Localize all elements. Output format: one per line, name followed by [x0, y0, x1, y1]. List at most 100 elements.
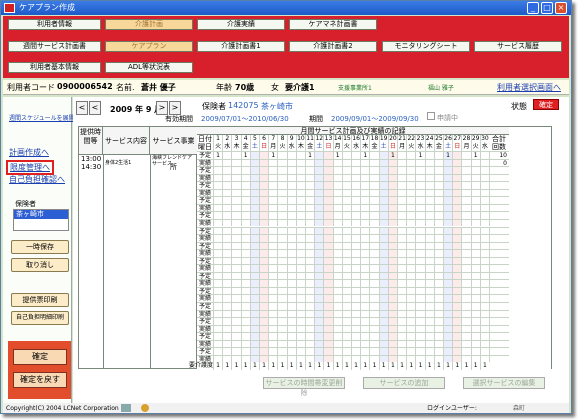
grid-cell[interactable]	[286, 234, 296, 242]
grid-cell[interactable]	[397, 294, 407, 302]
grid-cell[interactable]	[286, 271, 296, 280]
grid-cell[interactable]	[259, 234, 269, 242]
grid-cell[interactable]	[387, 234, 397, 242]
grid-cell[interactable]	[360, 294, 370, 302]
grid-cell[interactable]	[397, 279, 407, 287]
grid-cell[interactable]	[433, 241, 443, 250]
grid-cell[interactable]	[305, 249, 315, 257]
grid-cell[interactable]	[479, 173, 489, 182]
grid-cell[interactable]	[222, 196, 232, 204]
limit-manage-link[interactable]: 限度管理へ	[6, 160, 54, 175]
grid-cell[interactable]	[277, 324, 287, 333]
grid-cell[interactable]	[470, 166, 480, 174]
grid-cell[interactable]	[295, 218, 305, 227]
grid-cell[interactable]	[351, 317, 361, 325]
undo-confirm-button[interactable]: 確定を戻す	[13, 372, 67, 388]
grid-cell[interactable]	[406, 294, 416, 302]
grid-cell[interactable]	[433, 188, 443, 197]
grid-cell[interactable]	[470, 218, 480, 227]
tab-caremanager-plan[interactable]: ケアマネ計画書	[289, 19, 377, 30]
grid-cell[interactable]	[286, 249, 296, 257]
grid-cell[interactable]	[443, 211, 453, 219]
grid-cell[interactable]	[259, 347, 269, 355]
grid-cell[interactable]	[369, 173, 379, 182]
grid-cell[interactable]	[470, 226, 480, 235]
grid-cell[interactable]	[286, 173, 296, 182]
grid-cell[interactable]	[240, 286, 250, 295]
grid-cell[interactable]	[213, 256, 223, 265]
grid-cell[interactable]	[305, 158, 315, 167]
grid-cell[interactable]	[305, 339, 315, 348]
grid-cell[interactable]	[415, 234, 425, 242]
grid-cell[interactable]	[277, 196, 287, 204]
grid-cell[interactable]	[369, 151, 379, 159]
grid-cell[interactable]	[397, 211, 407, 219]
grid-cell[interactable]	[360, 158, 370, 167]
grid-cell[interactable]	[452, 317, 462, 325]
grid-cell[interactable]	[323, 354, 333, 363]
grid-cell[interactable]	[470, 271, 480, 280]
grid-cell[interactable]	[323, 347, 333, 355]
grid-cell[interactable]	[351, 309, 361, 318]
grid-cell[interactable]	[424, 211, 434, 219]
grid-cell[interactable]	[406, 354, 416, 363]
grid-cell[interactable]	[443, 317, 453, 325]
grid-cell[interactable]	[213, 234, 223, 242]
grid-cell[interactable]	[424, 317, 434, 325]
grid-cell[interactable]	[443, 158, 453, 167]
grid-cell[interactable]	[397, 302, 407, 310]
grid-cell[interactable]	[470, 264, 480, 272]
grid-cell[interactable]	[268, 166, 278, 174]
grid-cell[interactable]	[461, 151, 471, 159]
grid-cell[interactable]	[231, 294, 241, 302]
grid-cell[interactable]	[332, 203, 342, 212]
grid-cell[interactable]	[470, 181, 480, 189]
grid-cell[interactable]	[323, 151, 333, 159]
grid-cell[interactable]	[479, 181, 489, 189]
grid-cell[interactable]	[259, 173, 269, 182]
grid-cell[interactable]	[406, 188, 416, 197]
grid-cell[interactable]	[406, 226, 416, 235]
grid-cell[interactable]	[259, 241, 269, 250]
grid-cell[interactable]	[323, 324, 333, 333]
grid-cell[interactable]	[222, 211, 232, 219]
grid-cell[interactable]	[461, 218, 471, 227]
grid-cell[interactable]	[341, 354, 351, 363]
grid-cell[interactable]	[314, 234, 324, 242]
grid-cell[interactable]	[397, 309, 407, 318]
grid-cell[interactable]	[305, 226, 315, 235]
grid-cell[interactable]	[369, 181, 379, 189]
grid-cell[interactable]	[249, 203, 259, 212]
grid-cell[interactable]	[360, 203, 370, 212]
grid-cell[interactable]	[378, 302, 388, 310]
grid-cell[interactable]	[360, 324, 370, 333]
grid-cell[interactable]	[231, 158, 241, 167]
grid-cell[interactable]	[461, 256, 471, 265]
grid-cell[interactable]	[249, 211, 259, 219]
grid-cell[interactable]	[369, 294, 379, 302]
grid-cell[interactable]	[277, 271, 287, 280]
grid-cell[interactable]	[286, 354, 296, 363]
grid-cell[interactable]	[378, 181, 388, 189]
grid-cell[interactable]	[369, 211, 379, 219]
grid-cell[interactable]	[424, 188, 434, 197]
grid-cell[interactable]	[479, 211, 489, 219]
grid-cell[interactable]	[360, 271, 370, 280]
grid-cell[interactable]	[341, 181, 351, 189]
grid-cell[interactable]	[415, 203, 425, 212]
grid-cell[interactable]	[286, 286, 296, 295]
grid-cell[interactable]	[341, 188, 351, 197]
grid-cell[interactable]	[341, 166, 351, 174]
grid-cell[interactable]	[249, 286, 259, 295]
grid-cell[interactable]	[240, 317, 250, 325]
grid-cell[interactable]	[314, 279, 324, 287]
grid-cell[interactable]	[286, 256, 296, 265]
grid-cell[interactable]	[406, 256, 416, 265]
grid-cell[interactable]	[433, 234, 443, 242]
grid-cell[interactable]	[369, 241, 379, 250]
grid-cell[interactable]	[222, 166, 232, 174]
grid-cell[interactable]	[240, 302, 250, 310]
grid-cell[interactable]	[286, 264, 296, 272]
grid-cell[interactable]	[323, 332, 333, 340]
grid-cell[interactable]	[323, 249, 333, 257]
